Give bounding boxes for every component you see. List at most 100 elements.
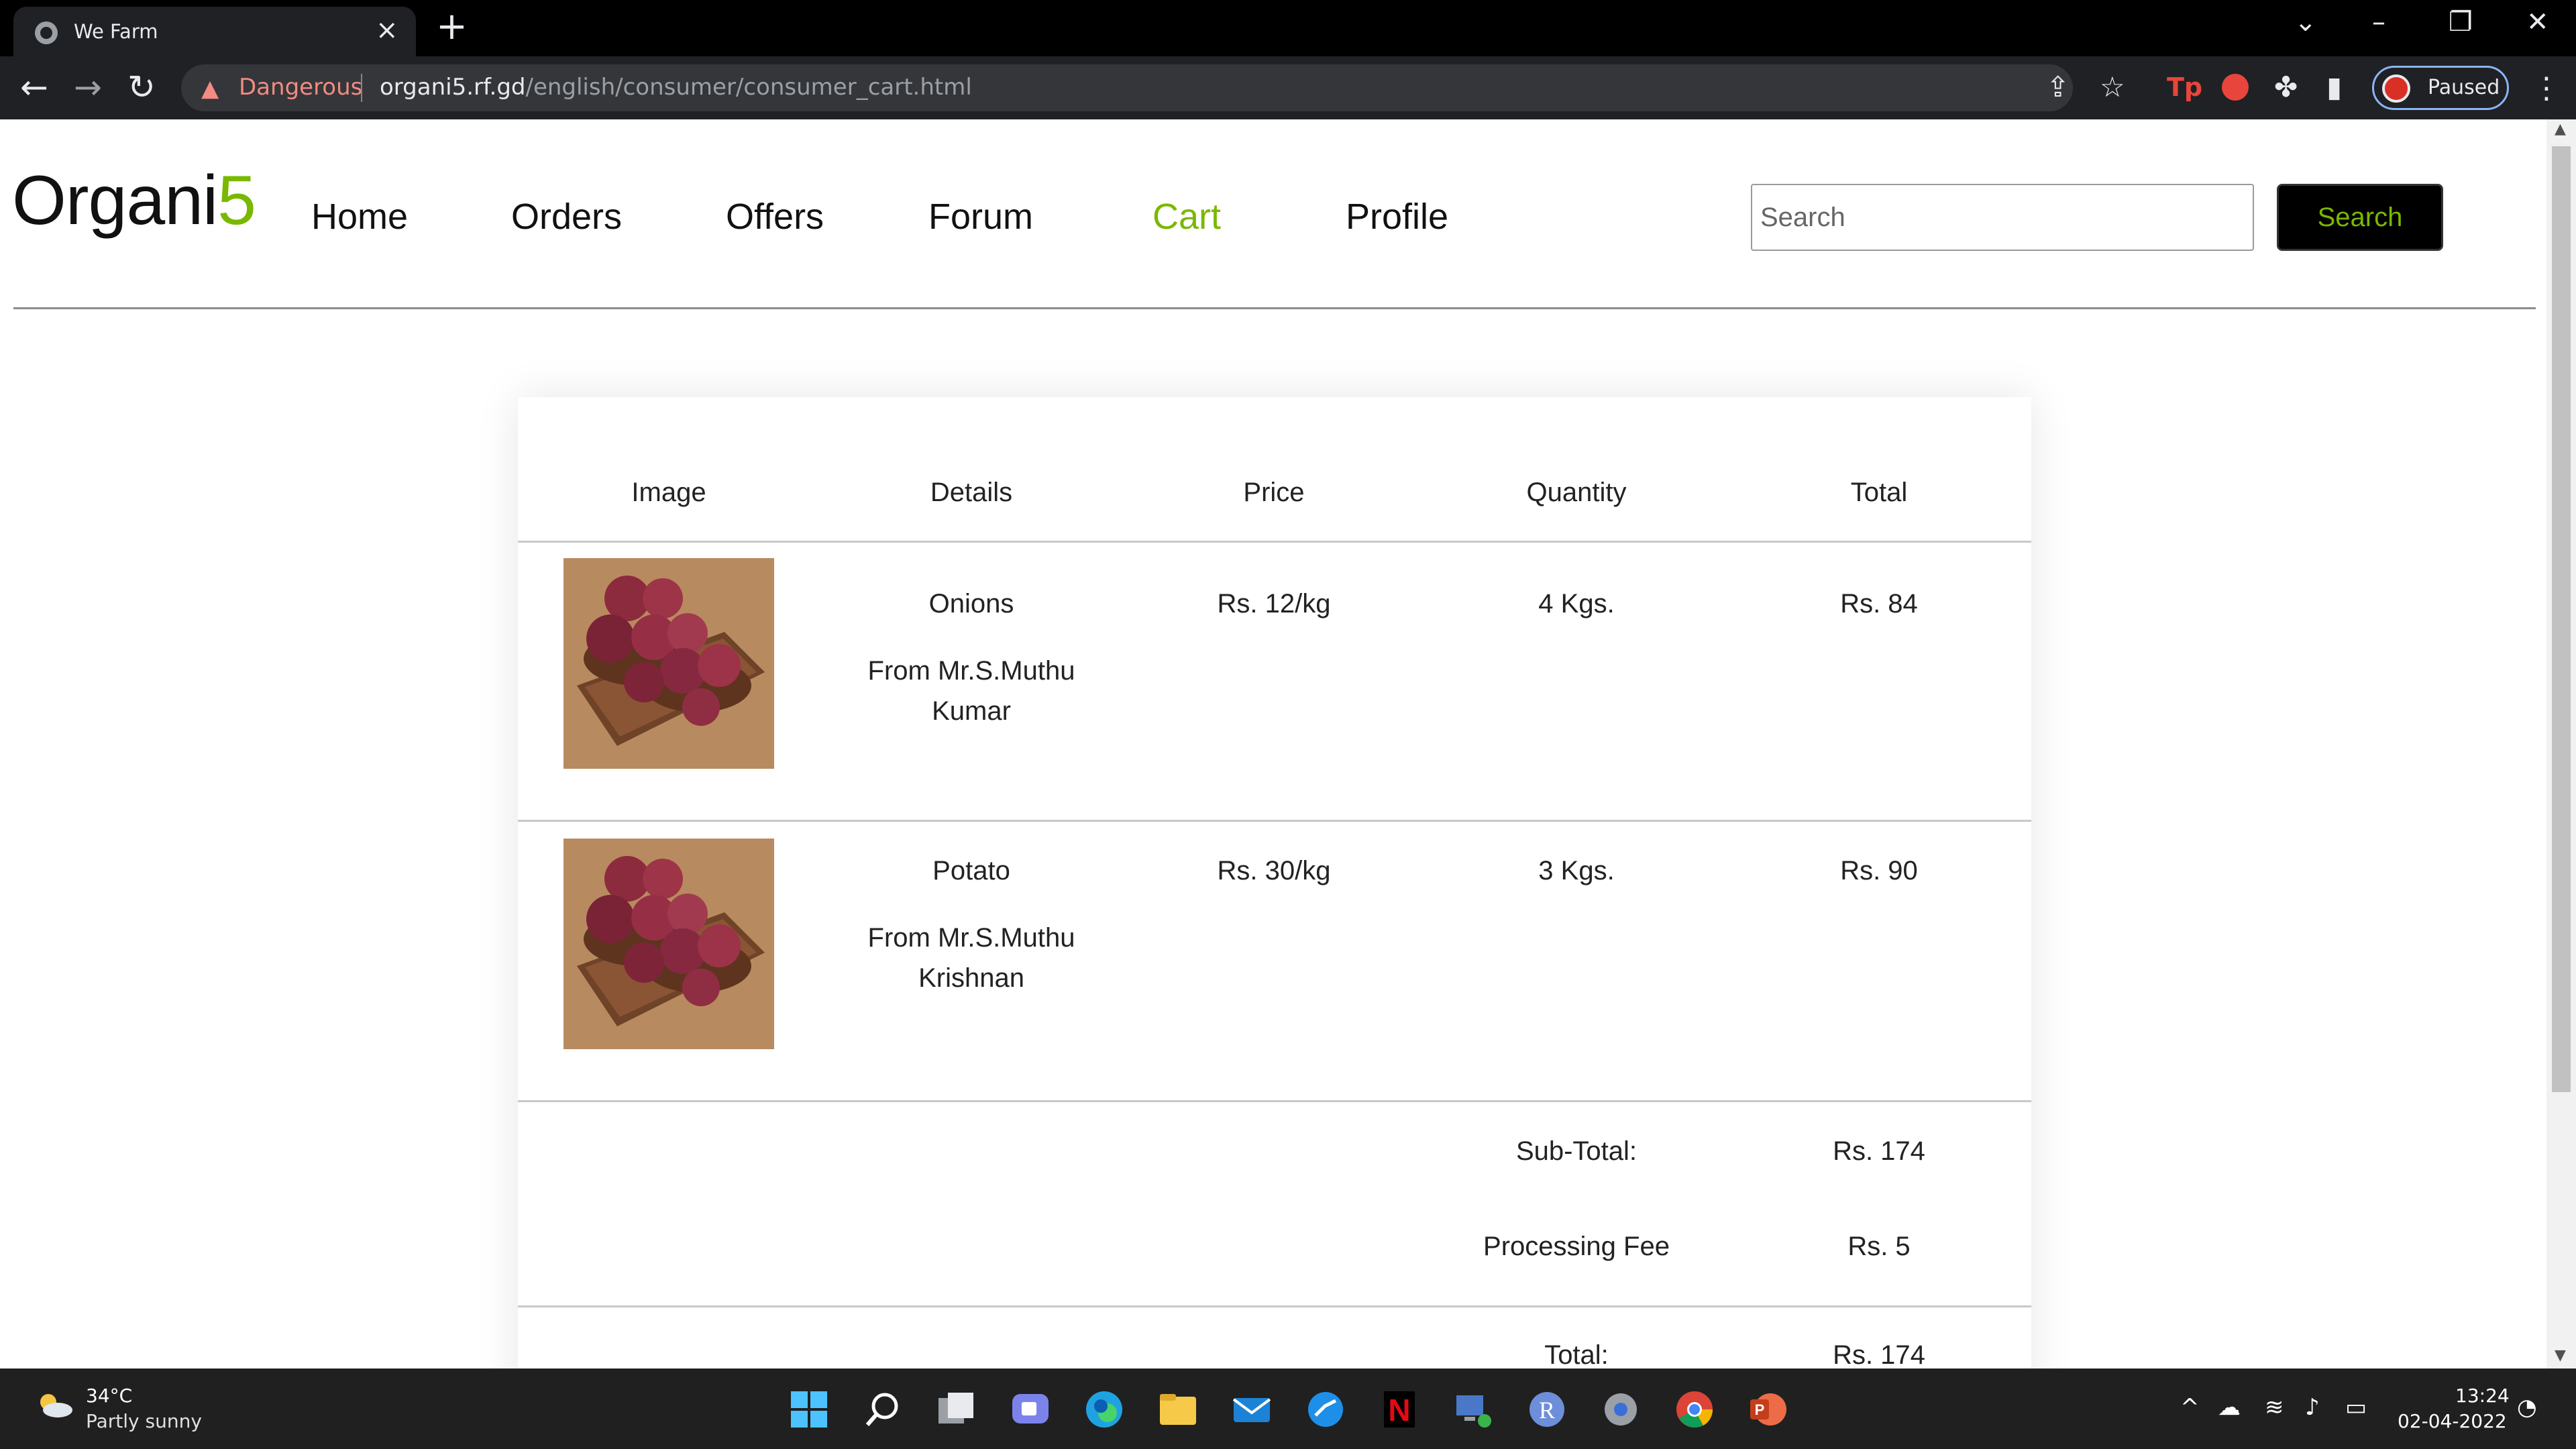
- forward-icon[interactable]: →: [74, 68, 102, 106]
- browser-tab[interactable]: We Farm ×: [13, 7, 416, 56]
- nav-profile[interactable]: Profile: [1346, 196, 1448, 237]
- weather-condition[interactable]: Partly sunny: [86, 1410, 202, 1432]
- edge-browser-icon[interactable]: [1083, 1389, 1125, 1430]
- security-status[interactable]: Dangerous: [239, 74, 362, 101]
- profile-button[interactable]: Paused: [2372, 66, 2509, 110]
- mail-icon[interactable]: [1231, 1389, 1273, 1430]
- bookmark-star-icon[interactable]: ☆: [2100, 71, 2125, 103]
- side-panel-icon[interactable]: ▮: [2326, 71, 2342, 103]
- search-input[interactable]: [1751, 184, 2254, 251]
- netflix-icon[interactable]: N: [1379, 1389, 1420, 1430]
- notification-icon[interactable]: ◔: [2517, 1394, 2537, 1421]
- close-tab-icon[interactable]: ×: [376, 15, 398, 46]
- url-path: /english/consumer/consumer_cart.html: [525, 74, 972, 101]
- settings-gear-icon[interactable]: [1600, 1389, 1642, 1430]
- item-seller: From Mr.S.Muthu: [867, 923, 1075, 953]
- onions-picture: [564, 558, 774, 769]
- item-name: Onions: [928, 589, 1014, 619]
- cart-table: Image Details Price Quantity Total Onion…: [518, 397, 2031, 1449]
- onedrive-icon[interactable]: ☁: [2218, 1394, 2241, 1421]
- teams-chat-icon[interactable]: [1010, 1389, 1051, 1430]
- svg-text:N: N: [1388, 1393, 1410, 1428]
- browser-toolbar: ← → ↻ ▲ Dangerous organi5.rf.gd/english/…: [0, 56, 2576, 119]
- nav-forum[interactable]: Forum: [928, 196, 1033, 237]
- address-separator: [361, 74, 362, 102]
- item-total: Rs. 84: [1840, 589, 1918, 619]
- search-icon[interactable]: [862, 1389, 904, 1430]
- svg-text:R: R: [1539, 1397, 1555, 1424]
- taskbar: 34°C Partly sunny N R P ^ ☁ ≋ ♪ ▭ 13:24 …: [0, 1368, 2576, 1449]
- share-icon[interactable]: ⇪: [2046, 71, 2070, 103]
- record-extension-icon[interactable]: [2222, 74, 2249, 101]
- new-tab-icon[interactable]: +: [436, 8, 468, 46]
- scrollbar-thumb[interactable]: [2552, 146, 2571, 1092]
- back-icon[interactable]: ←: [20, 68, 48, 106]
- volume-muted-icon[interactable]: ♪: [2305, 1394, 2320, 1421]
- partly-sunny-icon[interactable]: [35, 1391, 74, 1418]
- r-app-icon[interactable]: R: [1526, 1389, 1568, 1430]
- url-text[interactable]: organi5.rf.gd/english/consumer/consumer_…: [380, 74, 972, 101]
- subtotal-value: Rs. 174: [1833, 1136, 1925, 1166]
- task-view-icon[interactable]: [936, 1389, 977, 1430]
- close-window-icon[interactable]: ✕: [2526, 7, 2549, 38]
- scroll-up-icon[interactable]: ▲: [2555, 121, 2566, 138]
- weather-temperature[interactable]: 34°C: [86, 1385, 132, 1407]
- site-logo[interactable]: Organi5: [12, 161, 256, 241]
- app-arrow-icon[interactable]: [1305, 1389, 1346, 1430]
- tray-chevron-icon[interactable]: ^: [2180, 1394, 2200, 1421]
- header-details: Details: [930, 478, 1013, 507]
- powerpoint-icon[interactable]: P: [1748, 1389, 1789, 1430]
- start-icon[interactable]: [788, 1389, 830, 1430]
- header-quantity: Quantity: [1526, 478, 1627, 507]
- menu-kebab-icon[interactable]: ⋮: [2532, 71, 2561, 105]
- item-seller-name: Krishnan: [918, 963, 1024, 993]
- nav-offers[interactable]: Offers: [726, 196, 824, 237]
- minimize-icon[interactable]: –: [2372, 7, 2385, 38]
- file-explorer-icon[interactable]: [1157, 1389, 1199, 1430]
- remote-desktop-icon[interactable]: [1452, 1389, 1494, 1430]
- reload-icon[interactable]: ↻: [127, 68, 156, 106]
- product-image-onions[interactable]: [564, 558, 774, 769]
- profile-status: Paused: [2428, 76, 2500, 99]
- item-seller: From Mr.S.Muthu: [867, 656, 1075, 686]
- avatar: [2382, 74, 2410, 103]
- battery-icon[interactable]: ▭: [2345, 1394, 2367, 1421]
- item-name: Potato: [932, 856, 1010, 885]
- tp-extension-icon[interactable]: Tp: [2167, 71, 2202, 103]
- logo-text: Organi: [12, 162, 218, 239]
- nav-cart[interactable]: Cart: [1152, 196, 1221, 237]
- clock-time[interactable]: 13:24: [2455, 1385, 2510, 1407]
- processing-fee-label: Processing Fee: [1483, 1232, 1670, 1261]
- item-price: Rs. 12/kg: [1217, 589, 1331, 619]
- wifi-icon[interactable]: ≋: [2265, 1394, 2284, 1421]
- row-divider: [518, 541, 2031, 543]
- clock-date[interactable]: 02-04-2022: [2398, 1410, 2507, 1432]
- page-scrollbar[interactable]: ▲ ▼: [2546, 119, 2576, 1368]
- product-image-potato[interactable]: [564, 839, 774, 1049]
- svg-text:P: P: [1755, 1401, 1765, 1418]
- item-seller-name: Kumar: [932, 696, 1011, 726]
- url-host: organi5.rf.gd: [380, 74, 526, 101]
- globe-icon: [35, 21, 58, 44]
- extensions-puzzle-icon[interactable]: ✤: [2274, 71, 2298, 103]
- chrome-icon[interactable]: [1674, 1389, 1715, 1430]
- row-divider: [518, 1305, 2031, 1307]
- nav-orders[interactable]: Orders: [511, 196, 622, 237]
- header-price: Price: [1243, 478, 1305, 507]
- nav-home[interactable]: Home: [311, 196, 408, 237]
- header-divider: [13, 307, 2536, 309]
- browser-tab-bar: We Farm × + ⌄ – ❐ ✕: [0, 0, 2576, 56]
- subtotal-label: Sub-Total:: [1515, 1136, 1638, 1166]
- item-quantity: 4 Kgs.: [1538, 589, 1615, 619]
- item-quantity: 3 Kgs.: [1538, 856, 1615, 885]
- restore-icon[interactable]: ❐: [2449, 7, 2473, 38]
- address-bar[interactable]: ▲ Dangerous organi5.rf.gd/english/consum…: [181, 64, 2073, 111]
- processing-fee-value: Rs. 5: [1847, 1232, 1911, 1261]
- tab-search-icon[interactable]: ⌄: [2294, 7, 2317, 38]
- header-total: Total: [1850, 478, 1908, 507]
- row-divider: [518, 1100, 2031, 1102]
- scroll-down-icon[interactable]: ▼: [2555, 1347, 2566, 1364]
- search-button[interactable]: Search: [2277, 184, 2443, 251]
- potato-picture: [564, 839, 774, 1049]
- logo-accent: 5: [217, 162, 256, 239]
